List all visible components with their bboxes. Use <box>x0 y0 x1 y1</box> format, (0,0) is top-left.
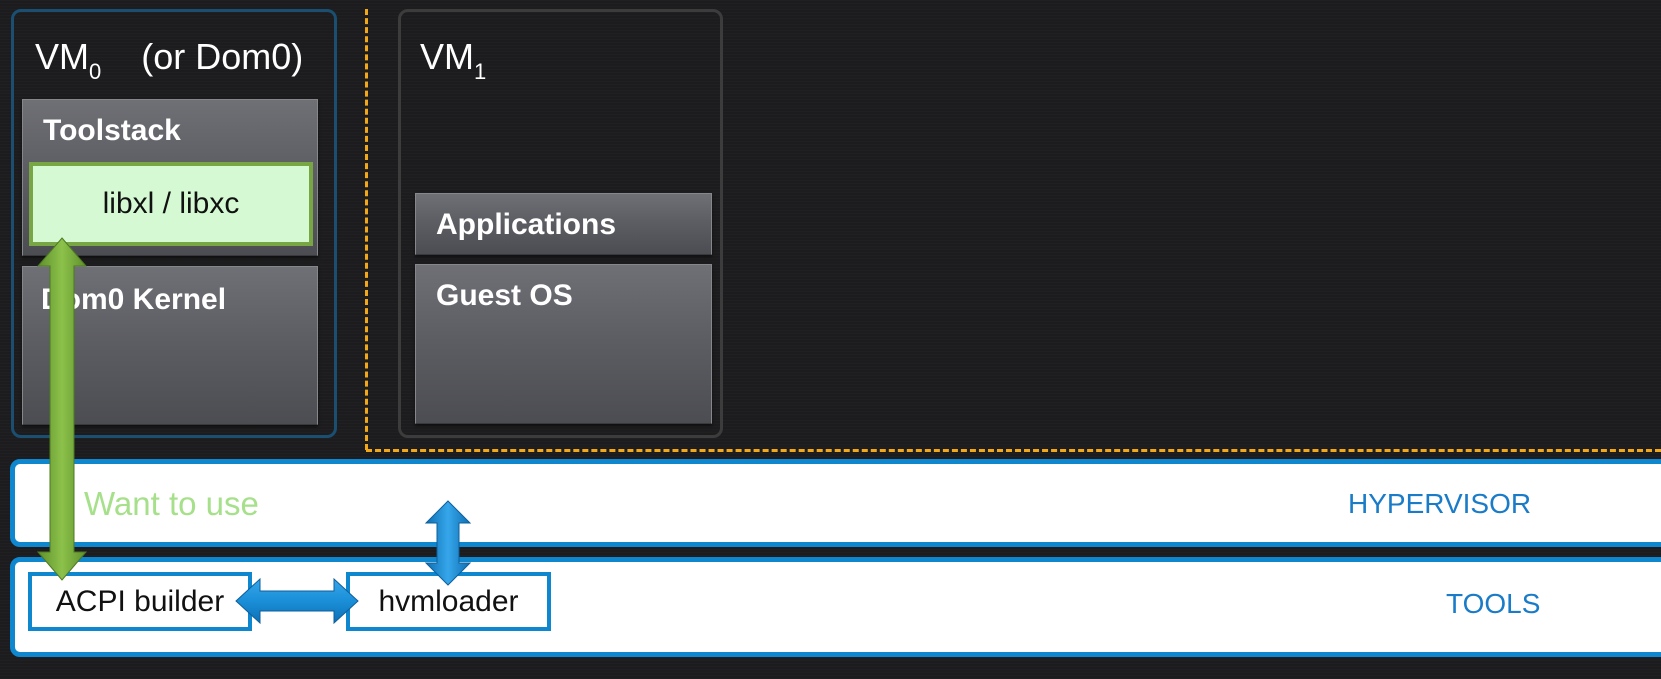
tools-band: TOOLS <box>10 557 1661 657</box>
dom0-kernel-box: Dom0 Kernel <box>22 266 318 425</box>
vm-separator-dashed-line <box>365 9 368 450</box>
vm1-title: VM1 <box>420 36 486 85</box>
hypervisor-label: HYPERVISOR <box>1348 488 1532 519</box>
acpi-builder-box: ACPI builder <box>28 572 252 631</box>
libxl-libxc-label: libxl / libxc <box>102 187 240 220</box>
vm1-title-subscript: 1 <box>474 59 487 84</box>
vm1-title-text: VM <box>420 36 474 77</box>
hvmloader-label: hvmloader <box>378 584 519 618</box>
hvmloader-box: hvmloader <box>346 572 551 631</box>
vm0-title-subscript: 0 <box>89 59 102 84</box>
want-to-use-label: Want to use <box>84 485 259 522</box>
vm0-title-text: VM <box>35 36 89 77</box>
hypervisor-separator-dashed-line <box>366 449 1661 452</box>
guest-os-label: Guest OS <box>436 279 573 312</box>
guest-os-box: Guest OS <box>415 264 712 424</box>
applications-box: Applications <box>415 193 712 255</box>
tools-label: TOOLS <box>1446 588 1541 619</box>
libxl-libxc-box: libxl / libxc <box>29 162 313 246</box>
applications-label: Applications <box>436 208 617 241</box>
toolstack-label: Toolstack <box>43 114 181 147</box>
dom0-kernel-label: Dom0 Kernel <box>41 283 227 316</box>
acpi-builder-label: ACPI builder <box>55 584 225 618</box>
vm0-title: VM0 (or Dom0) <box>35 36 303 85</box>
vm0-title-suffix: (or Dom0) <box>141 36 304 77</box>
